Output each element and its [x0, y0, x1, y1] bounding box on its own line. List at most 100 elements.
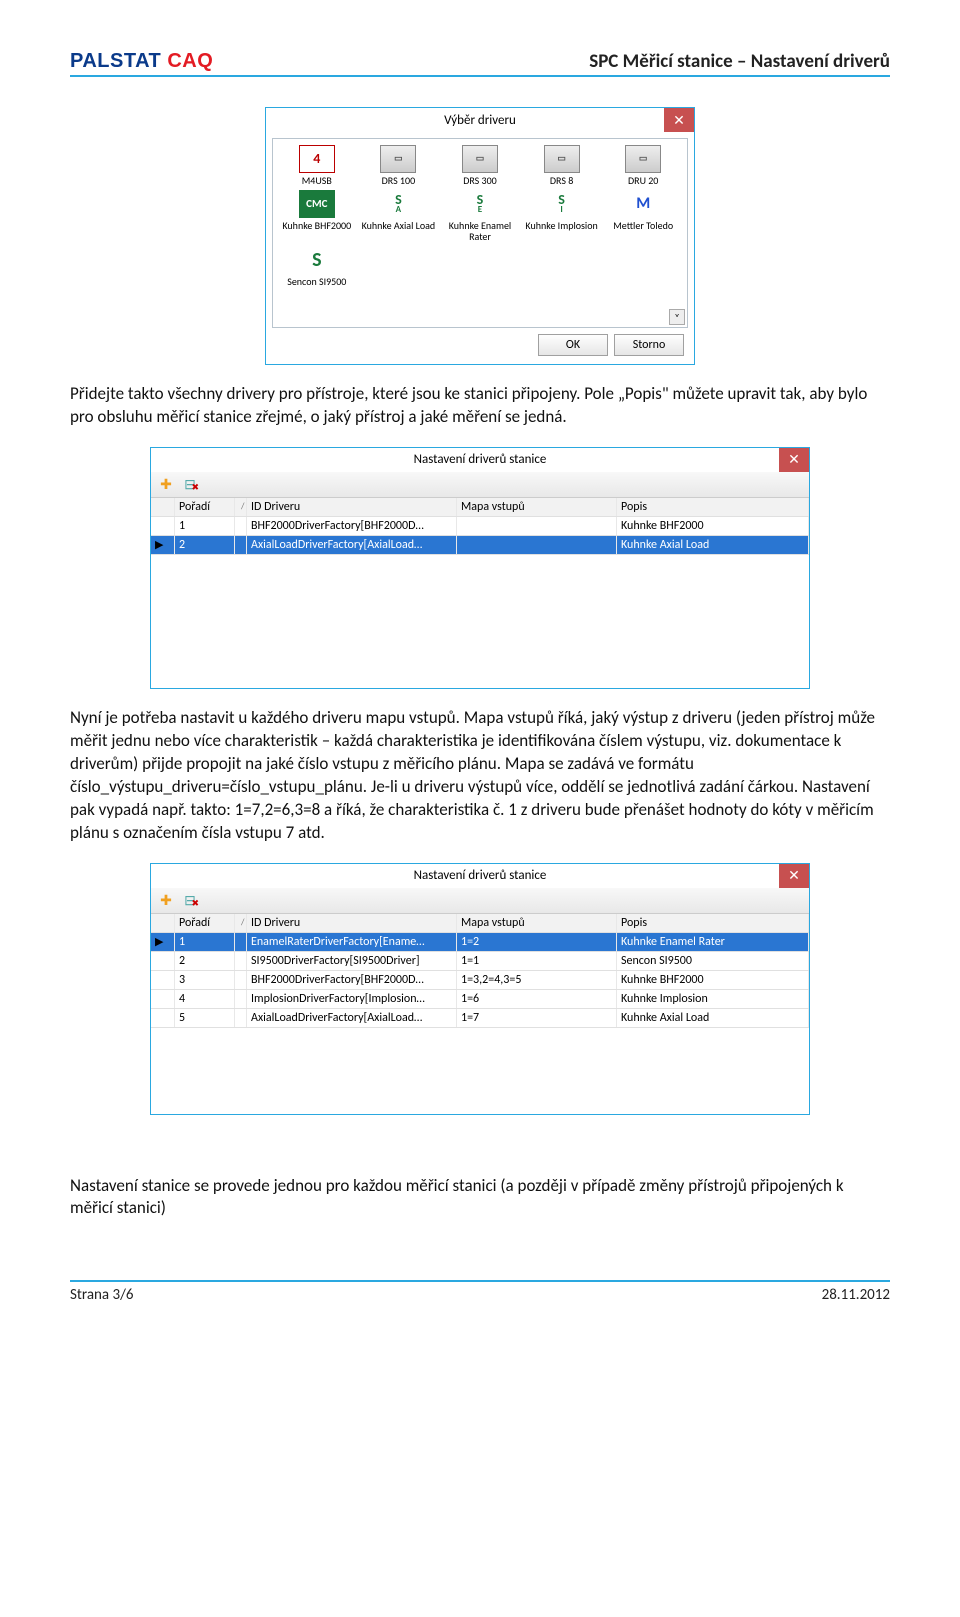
- driver-item[interactable]: ▭DRS 100: [361, 145, 437, 186]
- driver-icon: 4: [299, 145, 335, 173]
- logo-text-b: CAQ: [167, 50, 213, 72]
- driver-item[interactable]: M Mettler Toledo: [605, 190, 681, 242]
- table-row[interactable]: 2SI9500DriverFactory[SI9500Driver]1=1Sen…: [151, 952, 809, 971]
- grid-header: Pořadí / ID Driveru Mapa vstupů Popis: [151, 914, 809, 933]
- window-titlebar: Výběr driveru ✕: [266, 108, 694, 132]
- row-indicator: [151, 517, 175, 535]
- cell-mapa[interactable]: 1=1: [457, 952, 617, 970]
- col-id[interactable]: ID Driveru: [247, 914, 457, 932]
- row-indicator: [151, 990, 175, 1008]
- table-row[interactable]: 3BHF2000DriverFactory[BHF2000D…1=3,2=4,3…: [151, 971, 809, 990]
- row-indicator: [151, 952, 175, 970]
- driver-label: DRS 100: [382, 175, 416, 186]
- cell-popis[interactable]: Kuhnke Implosion: [617, 990, 809, 1008]
- driver-label: Sencon SI9500: [287, 276, 346, 287]
- cell-popis[interactable]: Kuhnke Enamel Rater: [617, 933, 809, 951]
- cell-id: BHF2000DriverFactory[BHF2000D…: [247, 971, 457, 989]
- paragraph-2: Nyní je potřeba nastavit u každého drive…: [70, 707, 890, 845]
- driver-grid: Pořadí / ID Driveru Mapa vstupů Popis 1B…: [151, 498, 809, 688]
- cell-id: SI9500DriverFactory[SI9500Driver]: [247, 952, 457, 970]
- driver-item[interactable]: S Sencon SI9500: [279, 246, 355, 287]
- paragraph-1: Přidejte takto všechny drivery pro příst…: [70, 383, 890, 429]
- cell-popis[interactable]: Kuhnke Axial Load: [617, 1009, 809, 1027]
- row-indicator: ▶: [151, 536, 175, 554]
- cell-mapa[interactable]: [457, 517, 617, 535]
- page-date: 28.11.2012: [822, 1286, 890, 1304]
- driver-label: Kuhnke Implosion: [525, 220, 597, 231]
- toolbar: [151, 888, 809, 914]
- window-title: Nastavení driverů stanice: [414, 868, 547, 883]
- cell-mapa[interactable]: 1=2: [457, 933, 617, 951]
- col-poradi[interactable]: Pořadí: [175, 498, 235, 516]
- driver-label: Mettler Toledo: [613, 220, 673, 231]
- station-drivers-window-1: Nastavení driverů stanice ✕ Pořadí / ID …: [150, 447, 810, 689]
- driver-label: Kuhnke Enamel Rater: [442, 220, 518, 242]
- driver-item[interactable]: ▭ DRU 20: [605, 145, 681, 186]
- table-row[interactable]: ▶1EnamelRaterDriverFactory[Ename…1=2Kuhn…: [151, 933, 809, 952]
- col-popis[interactable]: Popis: [617, 498, 809, 516]
- driver-item[interactable]: SI Kuhnke Implosion: [524, 190, 600, 242]
- driver-item[interactable]: ▭DRS 8: [524, 145, 600, 186]
- col-poradi[interactable]: Pořadí: [175, 914, 235, 932]
- add-icon[interactable]: [157, 475, 175, 493]
- close-button[interactable]: ✕: [779, 864, 809, 888]
- cancel-button[interactable]: Storno: [614, 334, 684, 356]
- add-icon[interactable]: [157, 891, 175, 909]
- page-header: PALSTAT CAQ SPC Měřicí stanice – Nastave…: [70, 50, 890, 77]
- grid-header: Pořadí / ID Driveru Mapa vstupů Popis: [151, 498, 809, 517]
- driver-icon: S: [299, 246, 335, 274]
- driver-icon: M: [625, 190, 661, 218]
- col-mapa[interactable]: Mapa vstupů: [457, 498, 617, 516]
- cell-id: AxialLoadDriverFactory[AxialLoad…: [247, 1009, 457, 1027]
- close-button[interactable]: ✕: [779, 448, 809, 472]
- col-mapa[interactable]: Mapa vstupů: [457, 914, 617, 932]
- row-indicator: [151, 971, 175, 989]
- driver-label: Kuhnke BHF2000: [282, 220, 351, 231]
- driver-icon: SA: [380, 190, 416, 218]
- paragraph-3: Nastavení stanice se provede jednou pro …: [70, 1175, 890, 1221]
- driver-item[interactable]: SA Kuhnke Axial Load: [361, 190, 437, 242]
- table-row[interactable]: 5 AxialLoadDriverFactory[AxialLoad…1=7Kuh…: [151, 1009, 809, 1028]
- table-row[interactable]: 1BHF2000DriverFactory[BHF2000D…Kuhnke BH…: [151, 517, 809, 536]
- cell-mapa[interactable]: 1=7: [457, 1009, 617, 1027]
- cell-id: AxialLoadDriverFactory[AxialLoad…: [247, 536, 457, 554]
- scroll-down-icon[interactable]: ˅: [669, 309, 685, 325]
- delete-icon[interactable]: [181, 891, 199, 909]
- station-drivers-window-2: Nastavení driverů stanice ✕ Pořadí / ID …: [150, 863, 810, 1115]
- driver-label: DRS 300: [463, 175, 497, 186]
- driver-item[interactable]: ▭DRS 300: [442, 145, 518, 186]
- close-button[interactable]: ✕: [664, 108, 694, 132]
- cell-popis[interactable]: Sencon SI9500: [617, 952, 809, 970]
- cell-poradi: 2: [175, 536, 235, 554]
- cell-popis[interactable]: Kuhnke BHF2000: [617, 971, 809, 989]
- driver-item[interactable]: 4 M4USB: [279, 145, 355, 186]
- driver-label: Kuhnke Axial Load: [362, 220, 436, 231]
- cell-poradi: 5: [175, 1009, 235, 1027]
- cell-id: EnamelRaterDriverFactory[Ename…: [247, 933, 457, 951]
- ok-button[interactable]: OK: [538, 334, 608, 356]
- driver-label: DRS 8: [550, 175, 573, 186]
- col-popis[interactable]: Popis: [617, 914, 809, 932]
- row-indicator: ▶: [151, 933, 175, 951]
- cell-mapa[interactable]: 1=3,2=4,3=5: [457, 971, 617, 989]
- table-row[interactable]: 4 ImplosionDriverFactory[Implosion…1=6Kuh…: [151, 990, 809, 1009]
- driver-icon: SI: [544, 190, 580, 218]
- page-number: Strana 3/6: [70, 1286, 133, 1304]
- cell-mapa[interactable]: [457, 536, 617, 554]
- driver-icon: CMC: [299, 190, 335, 218]
- cell-mapa[interactable]: 1=6: [457, 990, 617, 1008]
- col-id[interactable]: ID Driveru: [247, 498, 457, 516]
- cell-poradi: 4: [175, 990, 235, 1008]
- table-row[interactable]: ▶2 AxialLoadDriverFactory[AxialLoad… Kuhnk…: [151, 536, 809, 555]
- driver-item[interactable]: CMC Kuhnke BHF2000: [279, 190, 355, 242]
- driver-icon: SE: [462, 190, 498, 218]
- cell-popis[interactable]: Kuhnke BHF2000: [617, 517, 809, 535]
- cell-id: ImplosionDriverFactory[Implosion…: [247, 990, 457, 1008]
- cell-popis[interactable]: Kuhnke Axial Load: [617, 536, 809, 554]
- sort-icon: /: [241, 501, 244, 512]
- driver-item[interactable]: SEKuhnke Enamel Rater: [442, 190, 518, 242]
- driver-label: M4USB: [302, 175, 332, 186]
- delete-icon[interactable]: [181, 475, 199, 493]
- driver-icon: ▭: [625, 145, 661, 173]
- driver-label: DRU 20: [628, 175, 658, 186]
